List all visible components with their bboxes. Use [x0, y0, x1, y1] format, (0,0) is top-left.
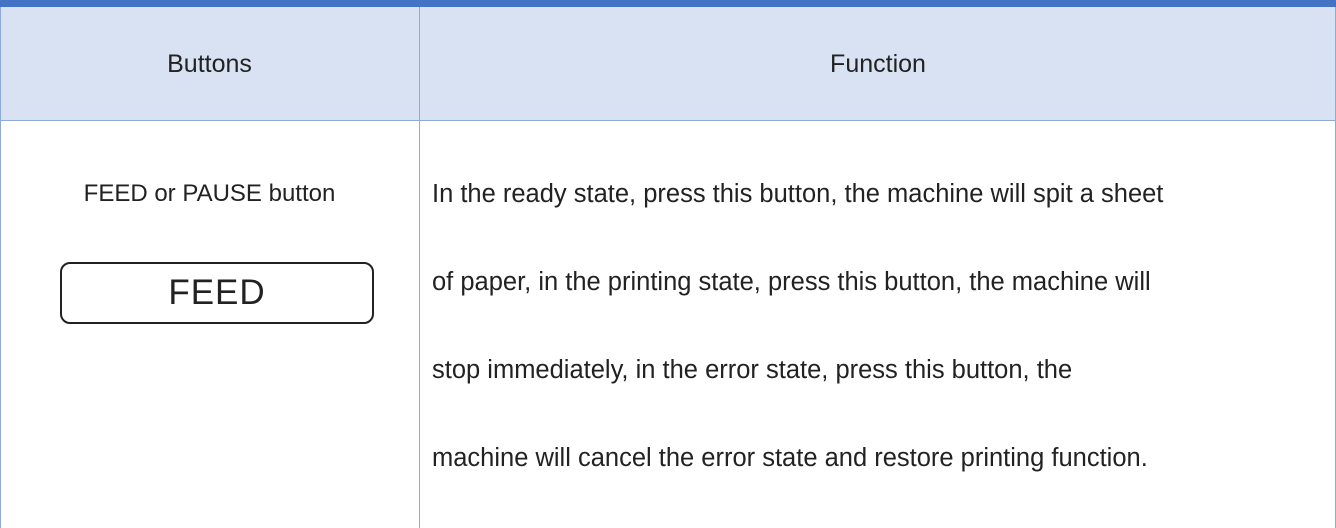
- header-buttons: Buttons: [167, 49, 252, 78]
- button-name-cell: FEED or PAUSE button: [83, 180, 336, 207]
- button-function-table: Buttons Function FEED or PAUSE button FE…: [0, 0, 1336, 528]
- function-text-line-3: stop immediately, in the error state, pr…: [432, 356, 1073, 384]
- header-function: Function: [830, 49, 926, 78]
- function-text-line-4: machine will cancel the error state and …: [432, 444, 1148, 472]
- feed-key-illustration: FEED: [60, 262, 374, 324]
- table-top-rule: [0, 0, 1336, 7]
- function-text-line-2: of paper, in the printing state, press t…: [432, 268, 1151, 296]
- function-text-line-1: In the ready state, press this button, t…: [432, 180, 1164, 208]
